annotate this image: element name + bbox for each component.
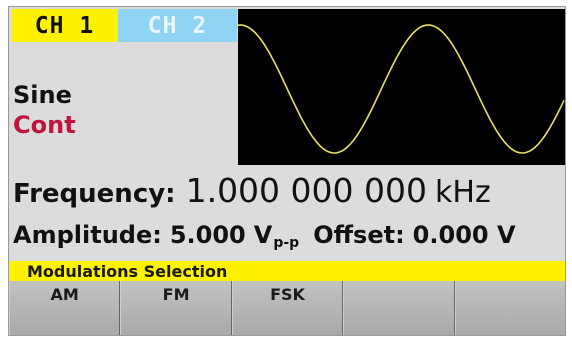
offset-label: Offset: — [313, 221, 405, 249]
frequency-row[interactable]: Frequency: 1.000 000 000 kHz — [13, 171, 491, 210]
amplitude-offset-row: Amplitude: 5.000 Vp-p Offset: 0.000 V — [13, 221, 516, 251]
softkey-5[interactable] — [454, 281, 565, 335]
amplitude-value[interactable]: 5.000 — [170, 221, 246, 249]
amplitude-label: Amplitude: — [13, 221, 162, 249]
waveform-preview — [238, 9, 565, 165]
waveform-type: Sine — [13, 81, 72, 109]
run-mode: Cont — [13, 111, 76, 139]
amplitude-unit: Vp-p — [253, 221, 300, 251]
amplitude-unit-sub: p-p — [273, 235, 300, 251]
menu-title: Modulations Selection — [9, 261, 565, 281]
frequency-label: Frequency: — [13, 179, 176, 209]
function-generator-display: CH 1 CH 2 Sine Cont Frequency: 1.000 000… — [8, 6, 566, 336]
softkey-am[interactable]: AM — [9, 281, 121, 335]
tab-ch2[interactable]: CH 2 — [118, 9, 237, 42]
frequency-value[interactable]: 1.000 000 000 — [186, 171, 427, 210]
softkey-bar: AM FM FSK — [9, 281, 565, 335]
tab-ch1[interactable]: CH 1 — [11, 9, 118, 42]
frequency-unit: kHz — [435, 175, 491, 210]
offset-value[interactable]: 0.000 V — [413, 221, 516, 249]
softkey-fm[interactable]: FM — [120, 281, 232, 335]
sine-wave-icon — [238, 24, 565, 154]
softkey-fsk[interactable]: FSK — [231, 281, 344, 335]
softkey-4[interactable] — [343, 281, 455, 335]
